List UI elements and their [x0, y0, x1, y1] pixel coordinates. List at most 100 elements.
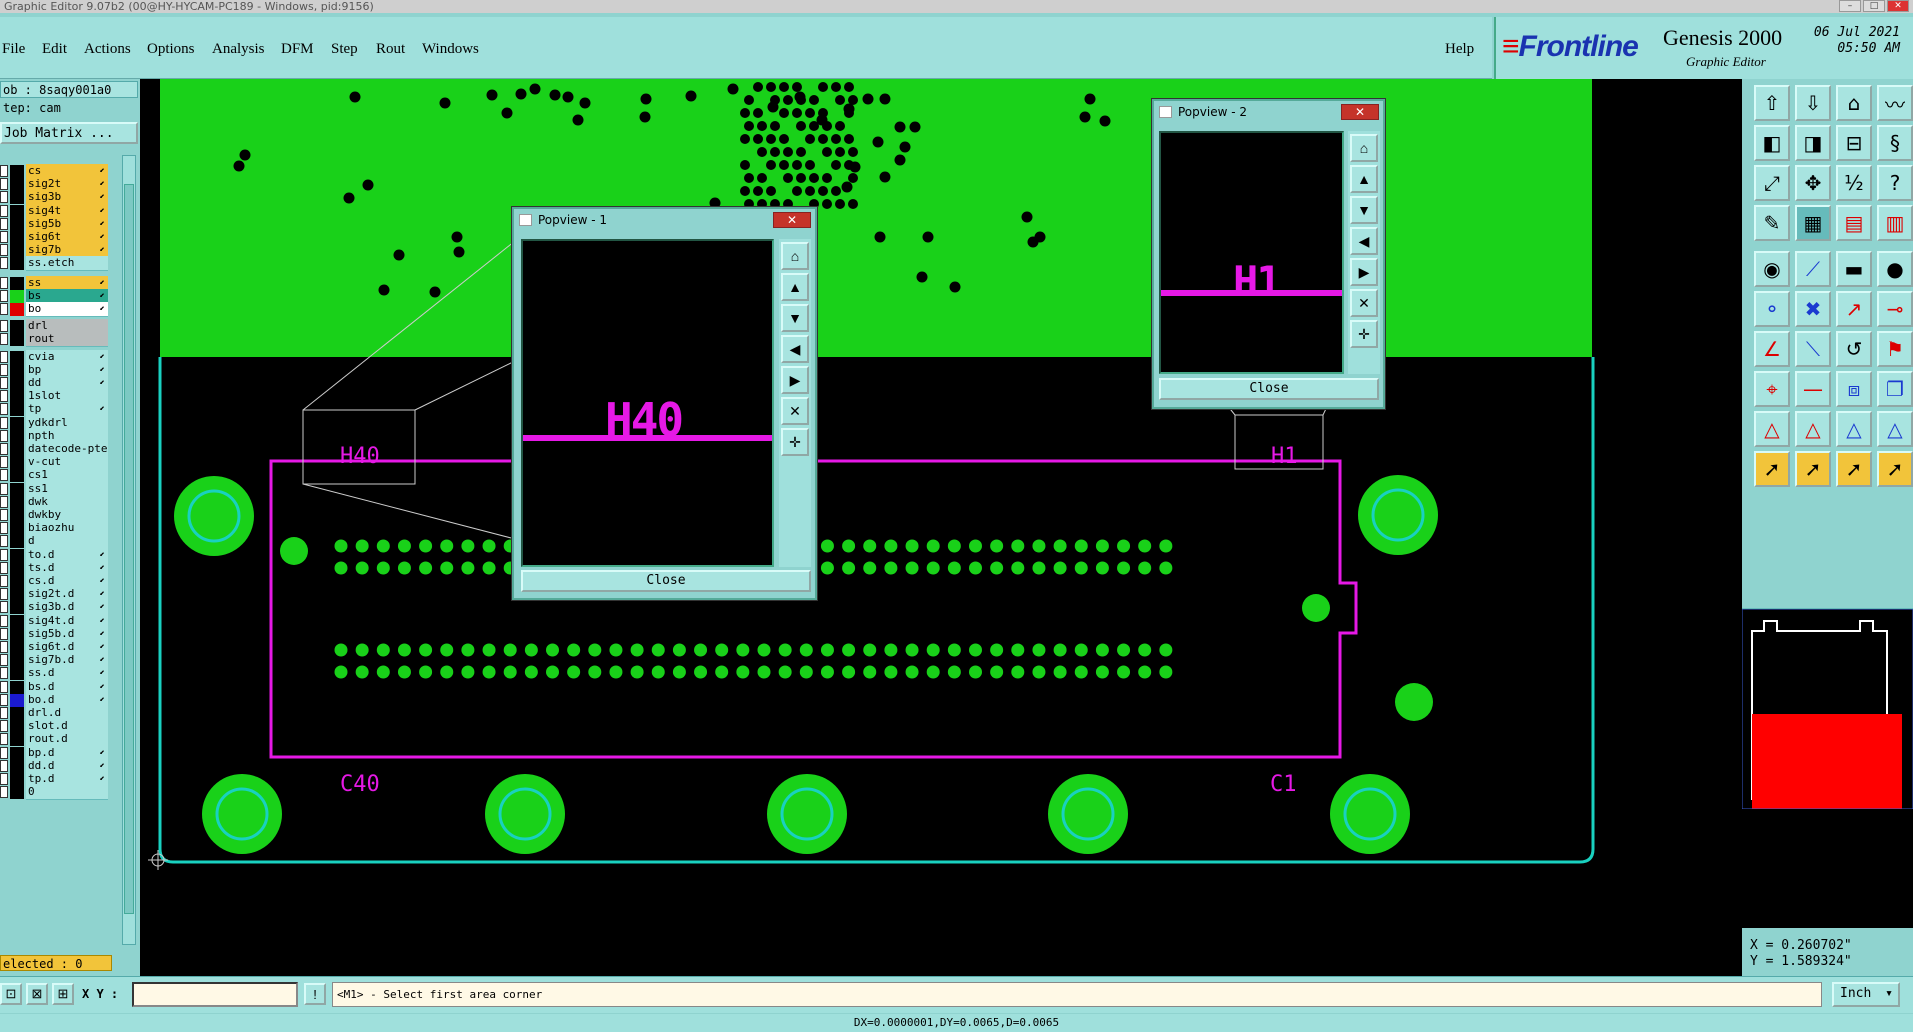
triangle3-icon[interactable]: △ — [1836, 411, 1872, 447]
layer-color-swatch[interactable] — [10, 535, 24, 549]
layer-checkbox[interactable] — [0, 509, 8, 521]
layer-checkbox[interactable] — [0, 469, 8, 482]
layer-row[interactable]: 0 — [0, 785, 108, 801]
layer-checkbox[interactable] — [0, 575, 8, 587]
layer-checkbox[interactable] — [0, 680, 8, 693]
layer-scrollbar[interactable] — [122, 155, 136, 945]
layer-checkbox[interactable] — [0, 773, 8, 785]
layer-color-swatch[interactable] — [10, 627, 24, 641]
layer-checkbox[interactable] — [0, 390, 8, 403]
pointer-select-icon[interactable]: ➚ — [1795, 451, 1831, 487]
zoom-in-icon[interactable]: ✥ — [1795, 165, 1831, 201]
layer-color-swatch[interactable] — [10, 231, 24, 244]
layer-checkbox[interactable] — [0, 588, 8, 601]
graphic-canvas[interactable]: H40 H1 C40 C1 — [140, 79, 1742, 976]
target-icon[interactable]: ◉ — [1754, 251, 1790, 287]
layer-color-swatch[interactable] — [10, 204, 24, 218]
layer-color-swatch[interactable] — [10, 746, 24, 760]
layer-row[interactable]: ss.etch — [0, 256, 108, 272]
pan-down-icon[interactable]: ▼ — [781, 304, 809, 332]
layer-checkbox[interactable] — [0, 733, 8, 746]
angle-icon[interactable]: ∠ — [1754, 331, 1790, 367]
pan-up-icon[interactable]: ▲ — [1350, 165, 1378, 193]
zoom-in-icon[interactable]: ✛ — [1350, 320, 1378, 348]
scale-1-2-icon[interactable]: ½ — [1836, 165, 1872, 201]
pointer-multi-icon[interactable]: ➚ — [1877, 451, 1913, 487]
menu-windows[interactable]: Windows — [422, 41, 479, 58]
layer-color-swatch[interactable] — [10, 561, 24, 575]
pan-down-icon[interactable]: ▼ — [1350, 196, 1378, 224]
triangle-icon[interactable]: △ — [1754, 411, 1790, 447]
zoom-fit-icon[interactable]: ⤢ — [1754, 165, 1790, 201]
layer-checkbox[interactable] — [0, 204, 8, 217]
pointer-area-icon[interactable]: ➚ — [1836, 451, 1872, 487]
layer-checkbox[interactable] — [0, 482, 8, 495]
layer-checkbox[interactable] — [0, 320, 8, 333]
layer-checkbox[interactable] — [0, 276, 8, 289]
frame-icon[interactable]: ⧈ — [1836, 371, 1872, 407]
layer-name[interactable]: bo ⬋ — [26, 302, 108, 317]
layer-color-swatch[interactable] — [10, 509, 24, 522]
swap-right-icon[interactable]: ◨ — [1795, 125, 1831, 161]
flag-icon[interactable]: ⚑ — [1877, 331, 1913, 367]
dash-icon[interactable]: — — [1795, 371, 1831, 407]
menu-actions[interactable]: Actions — [84, 41, 131, 58]
layer-row[interactable]: bo ⬋ — [0, 302, 108, 317]
zoom-out-icon[interactable]: ✕ — [1350, 289, 1378, 317]
connect-icon[interactable]: ⊸ — [1877, 291, 1913, 327]
zoom-in-icon[interactable]: ✛ — [781, 428, 809, 456]
layers-red-icon[interactable]: ▤ — [1836, 205, 1872, 241]
menu-file[interactable]: File — [2, 41, 25, 58]
pointer-icon[interactable]: ➚ — [1754, 451, 1790, 487]
layer-row[interactable]: rout — [0, 332, 108, 348]
menu-options[interactable]: Options — [147, 41, 195, 58]
snap-icon[interactable]: ⌖ — [1754, 371, 1790, 407]
popview-2-close-icon[interactable]: ✕ — [1341, 104, 1379, 120]
layer-color-swatch[interactable] — [10, 363, 24, 377]
layer-color-swatch[interactable] — [10, 276, 24, 290]
layer-checkbox[interactable] — [0, 786, 8, 799]
layer-color-swatch[interactable] — [10, 522, 24, 536]
layer-color-swatch[interactable] — [10, 390, 24, 404]
layer-checkbox[interactable] — [0, 693, 8, 706]
layer-color-swatch[interactable] — [10, 614, 24, 628]
layer-color-swatch[interactable] — [10, 601, 24, 615]
layer-checkbox[interactable] — [0, 627, 8, 640]
layer-checkbox[interactable] — [0, 548, 8, 561]
popview-1-close-icon[interactable]: ✕ — [773, 212, 811, 228]
layer-color-swatch[interactable] — [10, 217, 24, 231]
menu-edit[interactable]: Edit — [42, 41, 67, 58]
layer-color-swatch[interactable] — [10, 773, 24, 786]
layer-color-swatch[interactable] — [10, 333, 24, 347]
layer-color-swatch[interactable] — [10, 416, 24, 430]
line-icon[interactable]: ⟍ — [1795, 331, 1831, 367]
layer-checkbox[interactable] — [0, 289, 8, 302]
layer-checkbox[interactable] — [0, 191, 8, 204]
layer-checkbox[interactable] — [0, 535, 8, 548]
home-up-icon[interactable]: ⇧ — [1754, 85, 1790, 121]
layer-color-swatch[interactable] — [10, 667, 24, 681]
menu-help[interactable]: Help — [1445, 41, 1474, 58]
layer-color-swatch[interactable] — [10, 429, 24, 443]
layer-checkbox[interactable] — [0, 377, 8, 389]
layer-color-swatch[interactable] — [10, 456, 24, 470]
menu-dfm[interactable]: DFM — [281, 41, 314, 58]
layer-color-swatch[interactable] — [10, 469, 24, 483]
pcb-drawing[interactable]: H40 H1 C40 C1 — [140, 79, 1742, 976]
layer-checkbox[interactable] — [0, 522, 8, 535]
layer-checkbox[interactable] — [0, 303, 8, 315]
pan-left-icon[interactable]: ◀ — [781, 335, 809, 363]
layer-color-swatch[interactable] — [10, 759, 24, 773]
layer-color-swatch[interactable] — [10, 257, 24, 271]
layer-color-swatch[interactable] — [10, 320, 24, 334]
layer-color-swatch[interactable] — [10, 693, 24, 707]
layer-color-swatch[interactable] — [10, 443, 24, 456]
layer-checkbox[interactable] — [0, 178, 8, 191]
measure-tool-icon[interactable]: ⊠ — [26, 983, 48, 1005]
layers-icon[interactable]: ▥ — [1877, 205, 1913, 241]
layer-checkbox[interactable] — [0, 495, 8, 508]
layer-color-swatch[interactable] — [10, 548, 24, 562]
layer-color-swatch[interactable] — [10, 289, 24, 303]
swap-left-icon[interactable]: ◧ — [1754, 125, 1790, 161]
pan-right-icon[interactable]: ▶ — [781, 366, 809, 394]
